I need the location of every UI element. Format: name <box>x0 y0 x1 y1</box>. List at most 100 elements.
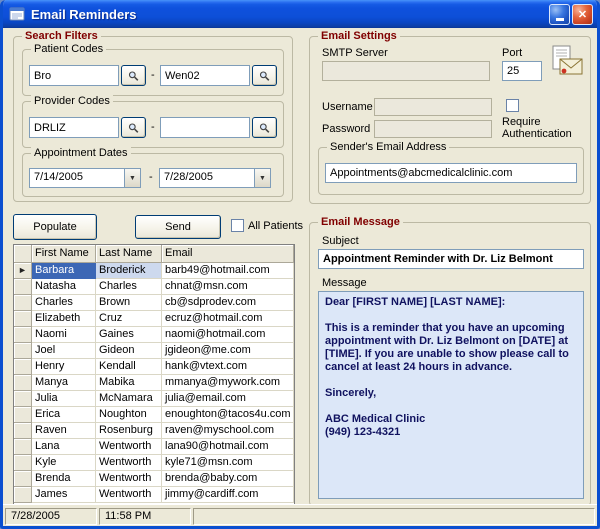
patients-grid[interactable]: First NameLast NameEmail ►BarbaraBroderi… <box>13 244 295 506</box>
grid-cell[interactable]: julia@email.com <box>162 391 294 407</box>
grid-cell[interactable]: Wentworth <box>96 487 162 503</box>
table-row[interactable]: KyleWentworthkyle71@msn.com <box>14 455 294 471</box>
populate-button[interactable]: Populate <box>13 214 97 240</box>
table-row[interactable]: NatashaCharleschnat@msn.com <box>14 279 294 295</box>
grid-cell[interactable]: brenda@baby.com <box>162 471 294 487</box>
grid-cell[interactable]: Gaines <box>96 327 162 343</box>
titlebar[interactable]: Email Reminders ✕ <box>3 0 597 28</box>
grid-cell[interactable]: Gideon <box>96 343 162 359</box>
grid-cell[interactable]: Erica <box>32 407 96 423</box>
table-row[interactable]: ElizabethCruzecruz@hotmail.com <box>14 311 294 327</box>
table-row[interactable]: LanaWentworthlana90@hotmail.com <box>14 439 294 455</box>
chevron-down-icon[interactable]: ▼ <box>124 169 140 187</box>
port-input[interactable] <box>502 61 542 81</box>
grid-cell[interactable]: raven@myschool.com <box>162 423 294 439</box>
grid-cell[interactable]: Joel <box>32 343 96 359</box>
table-row[interactable]: ►BarbaraBroderickbarb49@hotmail.com <box>14 263 294 279</box>
table-row[interactable]: JoelGideonjgideon@me.com <box>14 343 294 359</box>
grid-cell[interactable]: Julia <box>32 391 96 407</box>
grid-cell[interactable]: Barbara <box>32 263 96 279</box>
grid-cell[interactable]: Rosenburg <box>96 423 162 439</box>
grid-cell[interactable]: Wentworth <box>96 439 162 455</box>
row-selector-cell[interactable] <box>14 311 32 327</box>
grid-cell[interactable]: Raven <box>32 423 96 439</box>
grid-cell[interactable]: ecruz@hotmail.com <box>162 311 294 327</box>
grid-cell[interactable]: Manya <box>32 375 96 391</box>
grid-cell[interactable]: lana90@hotmail.com <box>162 439 294 455</box>
grid-column-header[interactable]: First Name <box>32 245 96 263</box>
grid-cell[interactable]: Mabika <box>96 375 162 391</box>
row-selector-cell[interactable] <box>14 455 32 471</box>
table-row[interactable]: CharlesBrowncb@sdprodev.com <box>14 295 294 311</box>
grid-cell[interactable]: mmanya@mywork.com <box>162 375 294 391</box>
table-row[interactable]: RavenRosenburgraven@myschool.com <box>14 423 294 439</box>
send-button[interactable]: Send <box>135 215 221 239</box>
row-selector-cell[interactable] <box>14 375 32 391</box>
grid-cell[interactable]: naomi@hotmail.com <box>162 327 294 343</box>
row-selector-cell[interactable] <box>14 327 32 343</box>
row-selector-cell[interactable] <box>14 343 32 359</box>
grid-cell[interactable]: Kyle <box>32 455 96 471</box>
row-selector-cell[interactable] <box>14 391 32 407</box>
close-button[interactable]: ✕ <box>572 4 593 25</box>
row-selector-cell[interactable] <box>14 471 32 487</box>
grid-column-header[interactable]: Last Name <box>96 245 162 263</box>
row-selector-cell[interactable] <box>14 407 32 423</box>
grid-cell[interactable]: Kendall <box>96 359 162 375</box>
grid-cell[interactable]: Elizabeth <box>32 311 96 327</box>
grid-cell[interactable]: Natasha <box>32 279 96 295</box>
table-row[interactable]: NaomiGainesnaomi@hotmail.com <box>14 327 294 343</box>
grid-cell[interactable]: Henry <box>32 359 96 375</box>
table-row[interactable]: ManyaMabikammanya@mywork.com <box>14 375 294 391</box>
grid-cell[interactable]: Noughton <box>96 407 162 423</box>
grid-cell[interactable]: hank@vtext.com <box>162 359 294 375</box>
grid-cell[interactable]: kyle71@msn.com <box>162 455 294 471</box>
patient-code-from-input[interactable] <box>29 65 119 86</box>
row-selector-cell[interactable] <box>14 279 32 295</box>
patient-code-from-lookup-button[interactable] <box>121 65 146 86</box>
require-auth-checkbox[interactable] <box>506 99 519 112</box>
grid-cell[interactable]: enoughton@tacos4u.com <box>162 407 294 423</box>
grid-cell[interactable]: Brenda <box>32 471 96 487</box>
grid-cell[interactable]: McNamara <box>96 391 162 407</box>
sender-email-input[interactable] <box>325 163 577 183</box>
provider-code-to-lookup-button[interactable] <box>252 117 277 138</box>
grid-cell[interactable]: Brown <box>96 295 162 311</box>
minimize-button[interactable] <box>549 4 570 25</box>
row-selector-cell[interactable] <box>14 295 32 311</box>
provider-code-to-input[interactable] <box>160 117 250 138</box>
patient-code-to-lookup-button[interactable] <box>252 65 277 86</box>
grid-column-header[interactable]: Email <box>162 245 294 263</box>
message-textarea[interactable]: Dear [FIRST NAME] [LAST NAME]: This is a… <box>318 291 584 499</box>
smtp-server-input[interactable] <box>322 61 490 81</box>
username-input[interactable] <box>374 98 492 116</box>
grid-cell[interactable]: Naomi <box>32 327 96 343</box>
grid-cell[interactable]: cb@sdprodev.com <box>162 295 294 311</box>
grid-cell[interactable]: Wentworth <box>96 455 162 471</box>
grid-cell[interactable]: Charles <box>96 279 162 295</box>
row-selector-cell[interactable] <box>14 423 32 439</box>
table-row[interactable]: HenryKendallhank@vtext.com <box>14 359 294 375</box>
patient-code-to-input[interactable] <box>160 65 250 86</box>
table-row[interactable]: JuliaMcNamarajulia@email.com <box>14 391 294 407</box>
grid-cell[interactable]: jgideon@me.com <box>162 343 294 359</box>
all-patients-checkbox[interactable] <box>231 219 244 232</box>
row-selector-cell[interactable] <box>14 359 32 375</box>
grid-cell[interactable]: barb49@hotmail.com <box>162 263 294 279</box>
grid-cell[interactable]: Charles <box>32 295 96 311</box>
provider-code-from-input[interactable] <box>29 117 119 138</box>
provider-code-from-lookup-button[interactable] <box>121 117 146 138</box>
grid-cell[interactable]: Cruz <box>96 311 162 327</box>
appointment-date-to-select[interactable]: 7/28/2005 ▼ <box>159 168 271 188</box>
table-row[interactable]: EricaNoughtonenoughton@tacos4u.com <box>14 407 294 423</box>
table-row[interactable]: JamesWentworthjimmy@cardiff.com <box>14 487 294 503</box>
password-input[interactable] <box>374 120 492 138</box>
chevron-down-icon[interactable]: ▼ <box>254 169 270 187</box>
grid-cell[interactable]: James <box>32 487 96 503</box>
grid-cell[interactable]: Broderick <box>96 263 162 279</box>
grid-cell[interactable]: Lana <box>32 439 96 455</box>
row-selector-cell[interactable] <box>14 487 32 503</box>
grid-cell[interactable]: Wentworth <box>96 471 162 487</box>
row-selector-cell[interactable]: ► <box>14 263 32 279</box>
subject-input[interactable] <box>318 249 584 269</box>
